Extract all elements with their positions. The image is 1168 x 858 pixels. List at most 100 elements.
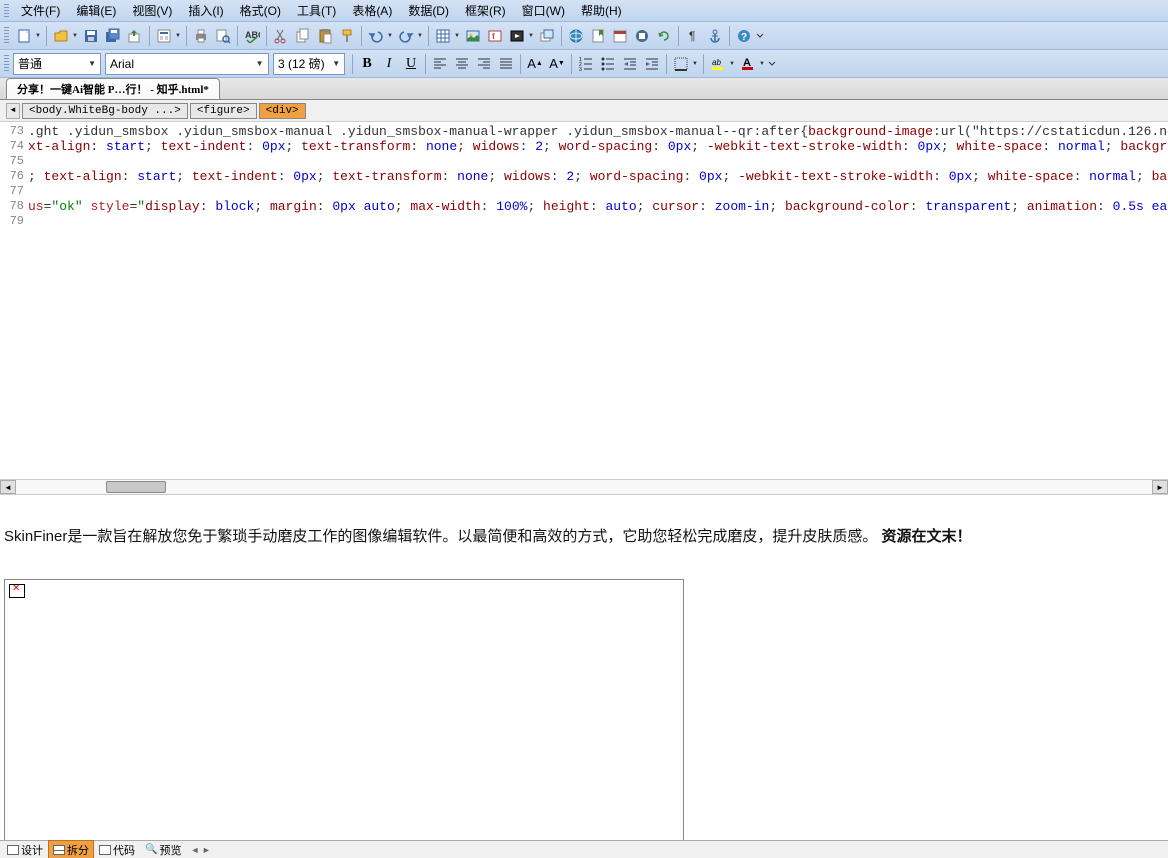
toolbar-grip[interactable] [4,55,9,73]
print-preview-button[interactable] [212,25,234,47]
code-text[interactable]: .ght .yidun_smsbox .yidun_smsbox-manual … [28,124,1168,139]
scrollbar-thumb[interactable] [106,481,166,493]
code-line[interactable]: 77 [0,184,1168,199]
copy-button[interactable] [292,25,314,47]
toolbar-grip[interactable] [4,27,9,45]
font-family-combo[interactable]: ▼ [105,53,269,75]
toolbar-grip[interactable] [4,4,9,18]
menu-tools[interactable]: 工具(T) [289,0,344,21]
italic-button[interactable]: I [378,53,400,75]
spellcheck-button[interactable]: ABC [241,25,263,47]
date-button[interactable] [609,25,631,47]
paste-button[interactable] [314,25,336,47]
menu-format[interactable]: 格式(O) [232,0,289,21]
code-text[interactable] [28,154,1168,169]
code-line[interactable]: 76; text-align: start; text-indent: 0px;… [0,169,1168,184]
paragraph-style-input[interactable] [18,57,86,71]
dropdown-arrow-icon[interactable]: ▼ [331,59,342,68]
toolbar-options-button[interactable] [767,53,777,75]
layer-button[interactable] [536,25,558,47]
scroll-left-button[interactable]: ◄ [0,480,16,494]
decrease-indent-button[interactable] [619,53,641,75]
menu-table[interactable]: 表格(A) [344,0,400,21]
dropdown-arrow-icon[interactable]: ▼ [253,59,266,68]
menu-view[interactable]: 视图(V) [124,0,180,21]
undo-button[interactable]: ▼ [365,25,387,47]
horizontal-scrollbar[interactable]: ◄ ► [0,479,1168,495]
menu-data[interactable]: 数据(D) [400,0,457,21]
publish-button[interactable] [124,25,146,47]
image-button[interactable] [462,25,484,47]
document-tab[interactable]: 分享！一键Ai智能 P…行！ - 知乎.html* [6,78,220,99]
align-right-button[interactable] [473,53,495,75]
align-left-button[interactable] [429,53,451,75]
highlight-color-button[interactable]: ab▼ [707,53,729,75]
align-justify-button[interactable] [495,53,517,75]
code-text[interactable]: us="ok" style="display: block; margin: 0… [28,199,1168,214]
code-line[interactable]: 79 [0,214,1168,229]
open-button[interactable]: ▼ [50,25,72,47]
code-text[interactable] [28,214,1168,229]
media-button[interactable]: ▼ [506,25,528,47]
refresh-button[interactable] [653,25,675,47]
bold-button[interactable]: B [356,53,378,75]
tab-scroll-indicator[interactable]: ◄ ► [190,845,210,855]
view-tab-split[interactable]: 拆分 [48,840,94,858]
code-line[interactable]: 75 [0,154,1168,169]
table-button[interactable]: ▼ [432,25,454,47]
code-line[interactable]: 73.ght .yidun_smsbox .yidun_smsbox-manua… [0,124,1168,139]
breadcrumb-prev-button[interactable]: ◄ [6,103,20,119]
toolbar-options-button[interactable] [755,25,765,47]
hyperlink-button[interactable] [565,25,587,47]
show-marks-button[interactable]: ¶ [682,25,704,47]
breadcrumb-div-tag[interactable]: <div> [259,103,306,119]
template-button[interactable]: ▼ [153,25,175,47]
dropdown-arrow-icon[interactable]: ▼ [86,59,98,68]
help-button[interactable]: ? [733,25,755,47]
code-text[interactable]: xt-align: start; text-indent: 0px; text-… [28,139,1168,154]
preview-image-box[interactable] [4,579,684,851]
stop-button[interactable] [631,25,653,47]
scroll-right-button[interactable]: ► [1152,480,1168,494]
preview-paragraph[interactable]: SkinFiner是一款旨在解放您免于繁琐手动磨皮工作的图像编辑软件。以最简便和… [4,525,1164,549]
print-button[interactable] [190,25,212,47]
font-size-combo[interactable]: ▼ [273,53,345,75]
view-tab-design[interactable]: 设计 [2,840,48,858]
font-size-input[interactable] [278,57,331,71]
scrollbar-track[interactable] [16,480,1152,494]
font-color-button[interactable]: A▼ [737,53,759,75]
align-center-button[interactable] [451,53,473,75]
cut-button[interactable] [270,25,292,47]
menu-insert[interactable]: 插入(I) [180,0,231,21]
save-all-button[interactable] [102,25,124,47]
decrease-font-button[interactable]: A▼ [546,53,568,75]
menu-frame[interactable]: 框架(R) [457,0,514,21]
underline-button[interactable]: U [400,53,422,75]
code-editor[interactable]: 73.ght .yidun_smsbox .yidun_smsbox-manua… [0,122,1168,479]
format-painter-button[interactable] [336,25,358,47]
breadcrumb-body-tag[interactable]: <body.WhiteBg-body ...> [22,103,188,119]
increase-indent-button[interactable] [641,53,663,75]
code-text[interactable] [28,184,1168,199]
menu-window[interactable]: 窗口(W) [514,0,573,21]
code-line[interactable]: 78us="ok" style="display: block; margin:… [0,199,1168,214]
paragraph-style-combo[interactable]: ▼ [13,53,101,75]
menu-file[interactable]: 文件(F) [13,0,68,21]
menu-help[interactable]: 帮助(H) [573,0,630,21]
code-line[interactable]: 74xt-align: start; text-indent: 0px; tex… [0,139,1168,154]
save-button[interactable] [80,25,102,47]
anchor-button[interactable] [704,25,726,47]
increase-font-button[interactable]: A▲ [524,53,546,75]
bulleted-list-button[interactable] [597,53,619,75]
code-text[interactable]: ; text-align: start; text-indent: 0px; t… [28,169,1168,184]
redo-button[interactable]: ▼ [395,25,417,47]
menu-edit[interactable]: 编辑(E) [68,0,124,21]
numbered-list-button[interactable]: 123 [575,53,597,75]
view-tab-code[interactable]: 代码 [94,840,140,858]
view-tab-preview[interactable]: 🔍预览 [140,840,186,858]
breadcrumb-figure-tag[interactable]: <figure> [190,103,257,119]
flash-button[interactable]: f [484,25,506,47]
bookmark-button[interactable] [587,25,609,47]
new-button[interactable]: ▼ [13,25,35,47]
border-button[interactable]: ▼ [670,53,692,75]
